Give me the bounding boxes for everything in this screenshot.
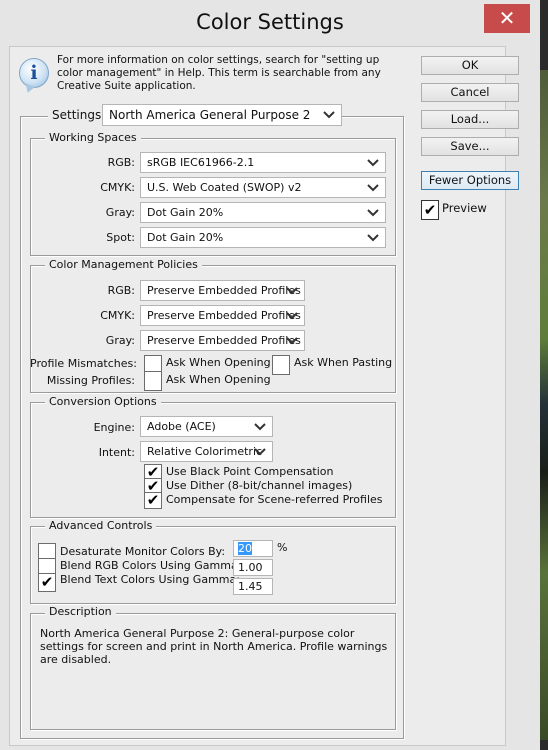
chevron-down-icon xyxy=(286,281,298,295)
scene-referred-label: Compensate for Scene-referred Profiles xyxy=(166,493,383,506)
intent-dropdown[interactable]: Relative Colorimetric xyxy=(140,441,273,462)
ws-spot-value: Dot Gain 20% xyxy=(147,231,224,244)
intent-value: Relative Colorimetric xyxy=(147,445,263,458)
mismatch-ask-pasting-checkbox[interactable] xyxy=(272,355,290,375)
mismatch-ask-opening-label: Ask When Opening xyxy=(166,356,271,369)
load-button[interactable]: Load... xyxy=(421,110,519,129)
blend-text-input[interactable]: 1.45 xyxy=(233,578,273,595)
ws-spot-dropdown[interactable]: Dot Gain 20% xyxy=(140,227,386,248)
working-spaces-title: Working Spaces xyxy=(45,131,141,144)
policy-gray-dropdown[interactable]: Preserve Embedded Profiles xyxy=(140,330,305,351)
engine-label: Engine: xyxy=(93,421,135,434)
preview-checkbox[interactable]: ✔ xyxy=(421,200,439,220)
ws-spot-label: Spot: xyxy=(106,231,135,244)
ws-cmyk-value: U.S. Web Coated (SWOP) v2 xyxy=(147,181,302,194)
fewer-options-button[interactable]: Fewer Options xyxy=(421,171,519,190)
ws-rgb-dropdown[interactable]: sRGB IEC61966-2.1 xyxy=(140,152,386,173)
ws-rgb-value: sRGB IEC61966-2.1 xyxy=(147,156,255,169)
checkmark-icon: ✔ xyxy=(40,573,54,591)
missing-profiles-label: Missing Profiles: xyxy=(46,374,135,387)
chevron-down-icon xyxy=(323,105,335,119)
preview-label: Preview xyxy=(442,201,487,215)
chevron-down-icon xyxy=(286,331,298,345)
ws-gray-label: Gray: xyxy=(105,206,135,219)
scene-referred-checkbox[interactable]: ✔ xyxy=(144,492,162,509)
chevron-down-icon xyxy=(367,153,379,167)
ws-cmyk-label: CMYK: xyxy=(100,181,135,194)
ws-gray-value: Dot Gain 20% xyxy=(147,206,224,219)
settings-dropdown[interactable]: North America General Purpose 2 xyxy=(102,104,342,126)
policy-gray-value: Preserve Embedded Profiles xyxy=(147,334,301,347)
dither-label: Use Dither (8-bit/channel images) xyxy=(166,479,353,492)
description-title: Description xyxy=(45,605,116,618)
policy-rgb-value: Preserve Embedded Profiles xyxy=(147,284,301,297)
conversion-title: Conversion Options xyxy=(45,395,161,408)
blend-rgb-label: Blend RGB Colors Using Gamma: xyxy=(60,559,242,572)
policy-gray-label: Gray: xyxy=(105,334,135,347)
ws-rgb-label: RGB: xyxy=(107,156,135,169)
chevron-down-icon xyxy=(254,442,266,456)
ws-gray-dropdown[interactable]: Dot Gain 20% xyxy=(140,202,386,223)
policy-cmyk-value: Preserve Embedded Profiles xyxy=(147,309,301,322)
cancel-button[interactable]: Cancel xyxy=(421,83,519,102)
desaturate-value: 20 xyxy=(238,542,252,555)
policy-cmyk-dropdown[interactable]: Preserve Embedded Profiles xyxy=(140,305,305,326)
percent-unit: % xyxy=(277,541,288,554)
chevron-down-icon xyxy=(254,417,266,431)
policy-cmyk-label: CMYK: xyxy=(100,309,135,322)
settings-value: North America General Purpose 2 xyxy=(109,108,311,122)
chevron-down-icon xyxy=(286,306,298,320)
advanced-title: Advanced Controls xyxy=(45,519,157,532)
policy-rgb-dropdown[interactable]: Preserve Embedded Profiles xyxy=(140,280,305,301)
profile-mismatches-label: Profile Mismatches: xyxy=(30,357,137,370)
engine-value: Adobe (ACE) xyxy=(147,420,216,433)
blend-rgb-checkbox[interactable] xyxy=(38,558,56,574)
intent-label: Intent: xyxy=(98,446,135,459)
blend-text-checkbox[interactable]: ✔ xyxy=(38,573,56,592)
close-icon: ✕ xyxy=(498,6,516,30)
settings-label: Settings: xyxy=(48,108,110,122)
black-point-label: Use Black Point Compensation xyxy=(166,465,334,478)
checkmark-icon: ✔ xyxy=(146,491,160,509)
ok-button[interactable]: OK xyxy=(421,56,519,75)
save-button[interactable]: Save... xyxy=(421,137,519,156)
info-icon: i xyxy=(19,58,49,88)
chevron-down-icon xyxy=(367,178,379,192)
chevron-down-icon xyxy=(367,203,379,217)
blend-text-label: Blend Text Colors Using Gamma: xyxy=(60,573,240,586)
info-message: For more information on color settings, … xyxy=(57,54,381,92)
ws-cmyk-dropdown[interactable]: U.S. Web Coated (SWOP) v2 xyxy=(140,177,386,198)
description-text: North America General Purpose 2: General… xyxy=(40,627,388,666)
color-settings-dialog: Color Settings ✕ i For more information … xyxy=(0,0,540,750)
close-button[interactable]: ✕ xyxy=(484,4,530,33)
policy-rgb-label: RGB: xyxy=(107,284,135,297)
info-glyph: i xyxy=(30,62,38,84)
desaturate-label: Desaturate Monitor Colors By: xyxy=(60,545,226,558)
dialog-title: Color Settings xyxy=(196,10,344,34)
background-photo xyxy=(540,70,548,740)
chevron-down-icon xyxy=(367,228,379,242)
missing-ask-opening-label: Ask When Opening xyxy=(166,373,271,386)
policies-title: Color Management Policies xyxy=(45,258,202,271)
mismatch-ask-pasting-label: Ask When Pasting xyxy=(294,356,393,369)
desaturate-input[interactable]: 20 xyxy=(233,540,273,557)
engine-dropdown[interactable]: Adobe (ACE) xyxy=(140,416,273,437)
missing-ask-opening-checkbox[interactable] xyxy=(144,371,162,391)
checkmark-icon: ✔ xyxy=(423,201,437,219)
desaturate-checkbox[interactable] xyxy=(38,543,56,559)
